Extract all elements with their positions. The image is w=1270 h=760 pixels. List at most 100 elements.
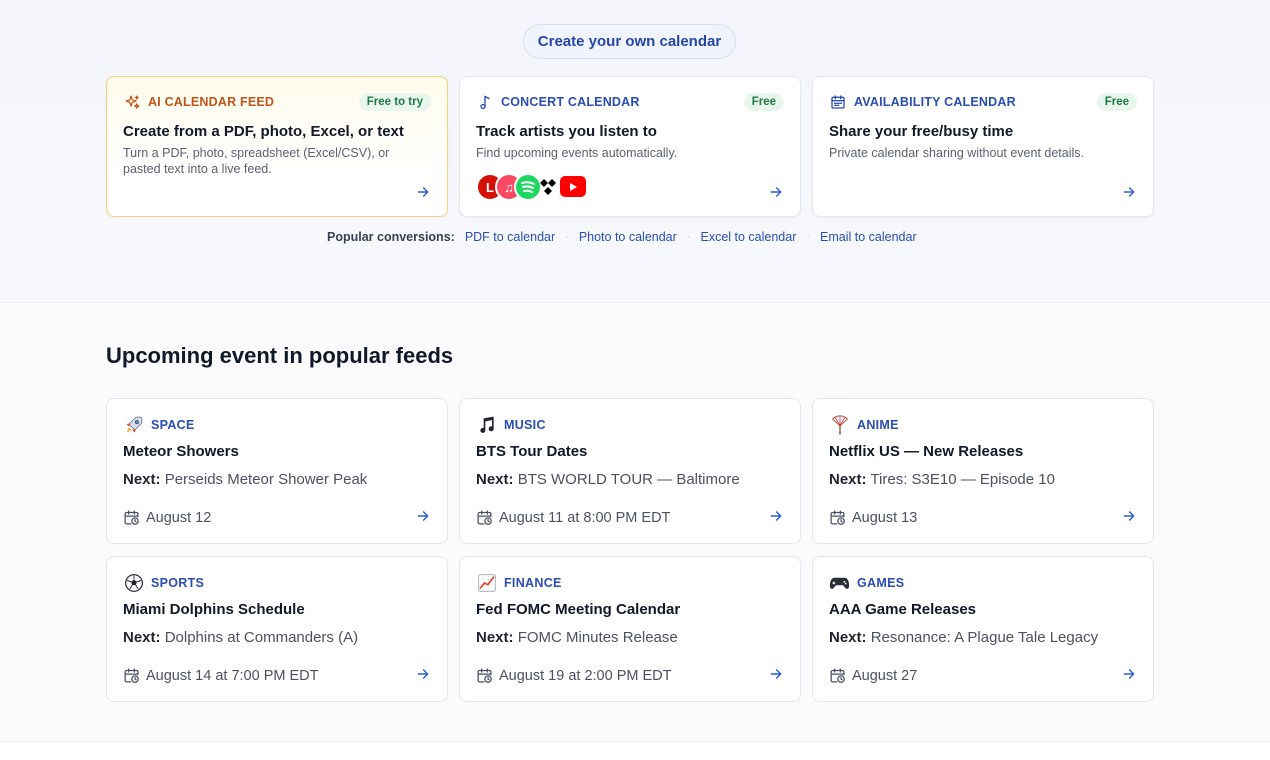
next-label: Next: xyxy=(476,471,514,488)
event-date-text: August 12 xyxy=(146,509,212,526)
feed-title: Meteor Showers xyxy=(123,443,239,460)
spotify-icon xyxy=(514,173,542,201)
event-date-text: August 27 xyxy=(852,667,918,684)
soccer-ball-icon xyxy=(123,573,144,594)
feed-card-music[interactable]: MUSIC BTS Tour Dates Next: BTS WORLD TOU… xyxy=(459,398,801,544)
event-date-text: August 19 at 2:00 PM EDT xyxy=(499,667,672,684)
feed-title: AAA Game Releases xyxy=(829,601,977,618)
feed-card-space[interactable]: SPACE Meteor Showers Next: Perseids Mete… xyxy=(106,398,448,544)
next-label: Next: xyxy=(123,471,161,488)
create-own-calendar-button[interactable]: Create your own calendar xyxy=(523,24,736,59)
paper-fan-icon xyxy=(829,415,850,436)
card-header: AI CALENDAR FEED Free to try xyxy=(123,93,431,111)
card-header: ANIME xyxy=(829,415,1137,435)
music-note-icon xyxy=(476,93,494,111)
event-date: August 13 xyxy=(829,509,917,526)
sparkles-icon xyxy=(123,93,141,111)
card-header: CONCERT CALENDAR Free xyxy=(476,93,784,111)
price-badge: Free to try xyxy=(358,93,431,111)
feed-title: Miami Dolphins Schedule xyxy=(123,601,305,618)
card-header: SPORTS xyxy=(123,573,431,593)
event-date-text: August 11 at 8:00 PM EDT xyxy=(499,509,671,526)
event-date: August 27 xyxy=(829,667,917,684)
feed-card-anime[interactable]: ANIME Netflix US — New Releases Next: Ti… xyxy=(812,398,1154,544)
next-event-name: Resonance: A Plague Tale Legacy xyxy=(870,629,1099,646)
calendar-clock-icon xyxy=(829,667,846,684)
calendar-clock-icon xyxy=(123,509,140,526)
event-date-text: August 13 xyxy=(852,509,918,526)
feed-title: Fed FOMC Meeting Calendar xyxy=(476,601,681,618)
next-event-name: FOMC Minutes Release xyxy=(517,629,678,646)
availability-calendar-card[interactable]: AVAILABILITY CALENDAR Free Share your fr… xyxy=(812,76,1154,217)
next-event: Next: BTS WORLD TOUR — Baltimore xyxy=(476,471,784,488)
next-event-name: BTS WORLD TOUR — Baltimore xyxy=(517,471,740,488)
photo-to-calendar-link[interactable]: Photo to calendar xyxy=(579,230,677,244)
next-event: Next: Tires: S3E10 — Episode 10 xyxy=(829,471,1137,488)
card-header: FINANCE xyxy=(476,573,784,593)
next-label: Next: xyxy=(123,629,161,646)
game-controller-icon xyxy=(829,573,850,594)
card-header: AVAILABILITY CALENDAR Free xyxy=(829,93,1137,111)
event-date: August 12 xyxy=(123,509,211,526)
card-title: Share your free/busy time xyxy=(829,123,1014,140)
separator: · xyxy=(565,231,569,243)
card-header: SPACE xyxy=(123,415,431,435)
arrow-right-icon[interactable] xyxy=(415,508,431,524)
separator: · xyxy=(686,231,691,243)
next-label: Next: xyxy=(829,471,867,488)
card-header: GAMES xyxy=(829,573,1137,593)
ai-calendar-feed-card[interactable]: AI CALENDAR FEED Free to try Create from… xyxy=(106,76,448,217)
section-heading: Upcoming event in popular feeds xyxy=(106,343,454,368)
popular-conversions: Popular conversions: PDF to calendar · P… xyxy=(327,229,917,245)
feed-title: BTS Tour Dates xyxy=(476,443,588,460)
event-date: August 14 at 7:00 PM EDT xyxy=(123,667,318,684)
next-event: Next: FOMC Minutes Release xyxy=(476,629,784,646)
calendar-clock-icon xyxy=(123,667,140,684)
arrow-right-icon[interactable] xyxy=(768,184,784,200)
arrow-right-icon[interactable] xyxy=(415,184,431,200)
event-date: August 19 at 2:00 PM EDT xyxy=(476,667,671,684)
rocket-icon xyxy=(123,415,144,436)
arrow-right-icon[interactable] xyxy=(768,666,784,682)
feed-title: Netflix US — New Releases xyxy=(829,443,1024,460)
arrow-right-icon[interactable] xyxy=(1121,508,1137,524)
arrow-right-icon[interactable] xyxy=(1121,184,1137,200)
platform-icons: L ♫ xyxy=(476,173,596,201)
separator: · xyxy=(806,231,811,243)
card-description: Turn a PDF, photo, spreadsheet (Excel/CS… xyxy=(123,146,390,176)
feed-card-games[interactable]: GAMES AAA Game Releases Next: Resonance:… xyxy=(812,556,1154,702)
music-notes-icon xyxy=(476,415,497,436)
arrow-right-icon[interactable] xyxy=(1121,666,1137,682)
feed-category: ANIME xyxy=(857,418,899,432)
arrow-right-icon[interactable] xyxy=(768,508,784,524)
arrow-right-icon[interactable] xyxy=(415,666,431,682)
card-kicker: CONCERT CALENDAR xyxy=(501,95,640,109)
feed-card-finance[interactable]: FINANCE Fed FOMC Meeting Calendar Next: … xyxy=(459,556,801,702)
card-title: Create from a PDF, photo, Excel, or text xyxy=(123,123,404,140)
deezer-icon xyxy=(540,177,556,197)
youtube-icon xyxy=(560,176,586,197)
feed-category: SPACE xyxy=(151,418,195,432)
price-badge: Free xyxy=(1096,93,1137,111)
card-header: MUSIC xyxy=(476,415,784,435)
email-to-calendar-link[interactable]: Email to calendar xyxy=(820,230,917,244)
concert-calendar-card[interactable]: CONCERT CALENDAR Free Track artists you … xyxy=(459,76,801,217)
next-event-name: Tires: S3E10 — Episode 10 xyxy=(870,471,1055,488)
feed-category: GAMES xyxy=(857,576,905,590)
next-label: Next: xyxy=(829,629,867,646)
card-kicker: AVAILABILITY CALENDAR xyxy=(854,95,1016,109)
next-event: Next: Dolphins at Commanders (A) xyxy=(123,629,431,646)
calendar-icon xyxy=(829,93,847,111)
feed-card-sports[interactable]: SPORTS Miami Dolphins Schedule Next: Dol… xyxy=(106,556,448,702)
calendar-clock-icon xyxy=(476,509,493,526)
event-date: August 11 at 8:00 PM EDT xyxy=(476,509,670,526)
next-event-name: Perseids Meteor Shower Peak xyxy=(164,471,368,488)
pdf-to-calendar-link[interactable]: PDF to calendar xyxy=(465,230,555,244)
excel-to-calendar-link[interactable]: Excel to calendar xyxy=(700,230,796,244)
card-title: Track artists you listen to xyxy=(476,123,657,140)
card-description: Private calendar sharing without event d… xyxy=(829,146,1085,160)
next-event: Next: Perseids Meteor Shower Peak xyxy=(123,471,431,488)
feed-category: FINANCE xyxy=(504,576,562,590)
feed-category: MUSIC xyxy=(504,418,546,432)
next-label: Next: xyxy=(476,629,514,646)
